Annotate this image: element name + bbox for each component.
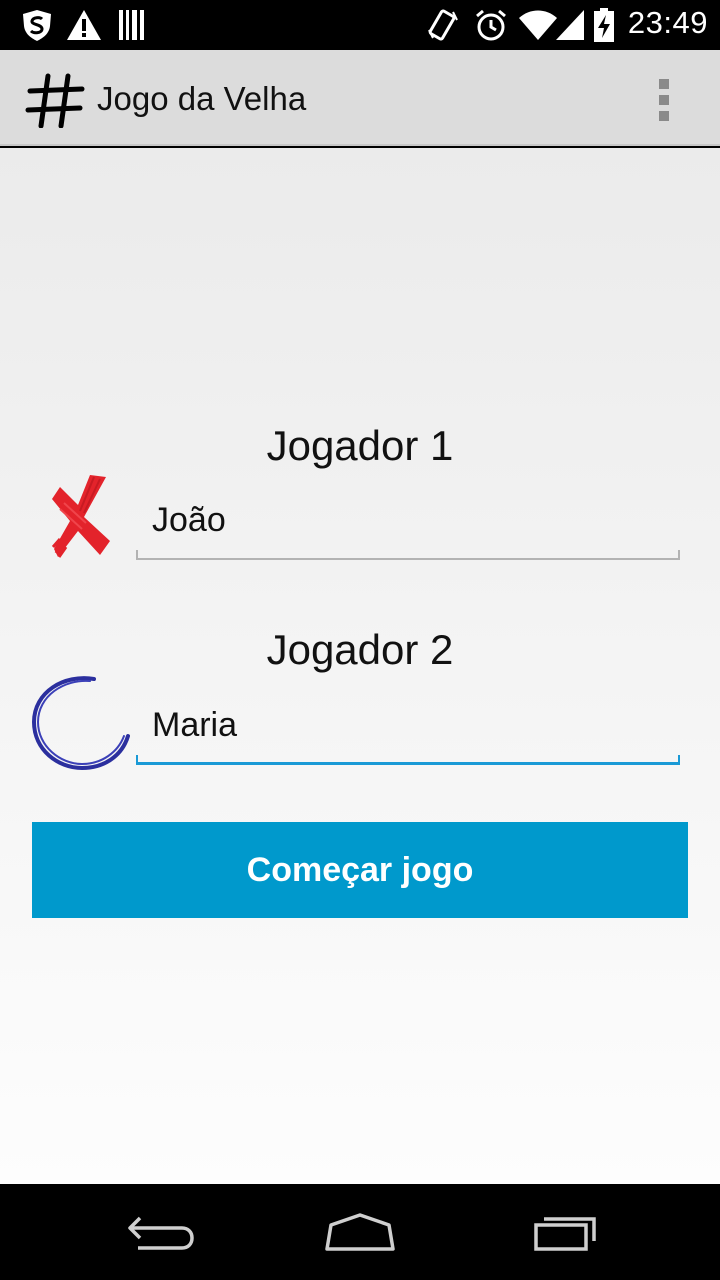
action-bar: Jogo da Velha xyxy=(0,50,720,146)
player2-name-input[interactable] xyxy=(136,685,680,765)
navigation-bar xyxy=(0,1184,720,1280)
hash-icon xyxy=(24,72,88,129)
warning-icon xyxy=(66,7,102,43)
barcode-icon xyxy=(118,7,146,43)
player2-label: Jogador 2 xyxy=(266,626,454,673)
main-content: Jogador 1 Jogador 2 Começar jogo xyxy=(0,148,720,1184)
app-title: Jogo da Velha xyxy=(97,80,307,117)
back-icon[interactable] xyxy=(115,1204,205,1260)
player1-field-underline xyxy=(136,550,680,560)
player1-label: Jogador 1 xyxy=(266,422,454,469)
status-bar: 23:49 xyxy=(0,0,720,50)
rotate-icon xyxy=(426,7,460,43)
player1-name-field[interactable] xyxy=(136,480,680,560)
start-game-button[interactable]: Começar jogo xyxy=(32,822,688,918)
recents-icon[interactable] xyxy=(517,1204,607,1260)
shield-icon xyxy=(20,7,54,43)
overflow-menu-icon[interactable] xyxy=(640,72,688,128)
player2-name-field[interactable] xyxy=(136,685,680,765)
alarm-icon xyxy=(474,7,508,43)
battery-charging-icon xyxy=(592,7,616,43)
wifi-icon xyxy=(518,7,558,43)
home-icon[interactable] xyxy=(315,1204,405,1260)
player1-name-input[interactable] xyxy=(136,480,680,560)
player2-field-underline xyxy=(136,755,680,765)
o-icon xyxy=(30,674,130,772)
signal-icon xyxy=(554,7,586,43)
x-icon xyxy=(50,473,112,559)
status-time: 23:49 xyxy=(627,5,708,40)
